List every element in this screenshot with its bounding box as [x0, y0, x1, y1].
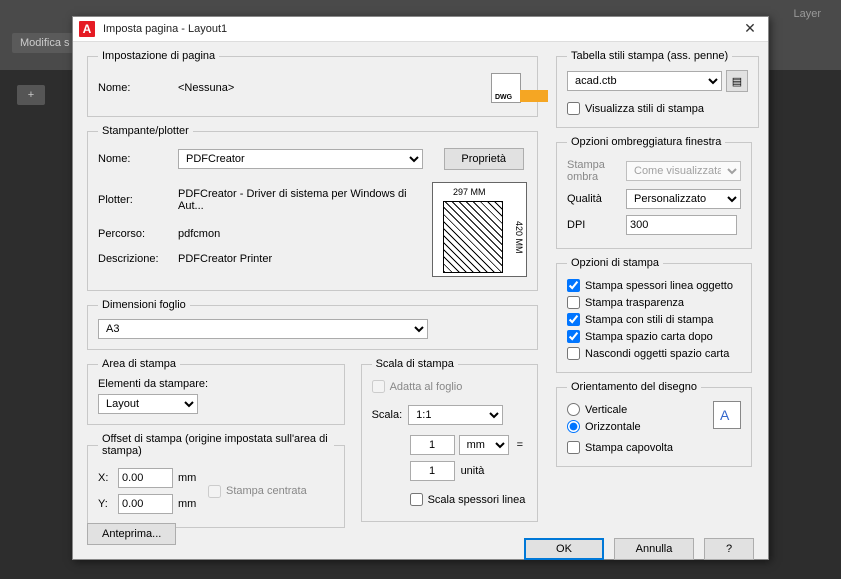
y-label: Y: — [98, 491, 118, 517]
plotter-value: PDFCreator - Driver di sistema per Windo… — [178, 179, 424, 221]
opt-paperspace-label: Stampa spazio carta dopo — [585, 331, 713, 343]
dpi-input[interactable] — [626, 215, 737, 235]
scale-label: Scala: — [372, 409, 403, 421]
offset-group: Offset di stampa (origine impostata sull… — [87, 433, 345, 528]
fit-checkbox — [372, 380, 385, 393]
printer-select[interactable]: PDFCreator — [178, 149, 423, 169]
preview-button[interactable]: Anteprima... — [87, 523, 176, 545]
opt-transparency-label: Stampa trasparenza — [585, 297, 684, 309]
cancel-button[interactable]: Annulla — [614, 538, 694, 560]
page-name-label: Nome: — [98, 70, 178, 106]
properties-button[interactable]: Proprietà — [444, 148, 524, 170]
paper-legend: Dimensioni foglio — [98, 299, 190, 311]
dialog-title: Imposta pagina - Layout1 — [103, 23, 738, 35]
page-name-value: <Nessuna> — [178, 70, 491, 106]
offset-y-input[interactable] — [118, 494, 173, 514]
opt-lw-checkbox[interactable] — [567, 279, 580, 292]
printer-name-label: Nome: — [98, 145, 178, 173]
plot-area-group: Area di stampa Elementi da stampare: Lay… — [87, 358, 345, 425]
opt-styles-checkbox[interactable] — [567, 313, 580, 326]
fit-label: Adatta al foglio — [390, 381, 463, 393]
plot-styles-group: Tabella stili stampa (ass. penne) acad.c… — [556, 50, 759, 128]
titlebar: A Imposta pagina - Layout1 ✕ — [73, 17, 768, 42]
printer-legend: Stampante/plotter — [98, 125, 193, 137]
quality-select[interactable]: Personalizzato — [626, 189, 741, 209]
area-legend: Area di stampa — [98, 358, 180, 370]
center-checkbox — [208, 485, 221, 498]
plotter-label: Plotter: — [98, 179, 178, 221]
where-label: Percorso: — [98, 221, 178, 246]
orient-legend: Orientamento del disegno — [567, 381, 701, 393]
where-value: pdfcmon — [178, 221, 424, 246]
page-setup-group: Impostazione di pagina Nome: <Nessuna> — [87, 50, 538, 117]
upside-checkbox[interactable] — [567, 441, 580, 454]
autocad-logo-icon: A — [79, 21, 95, 37]
desc-value: PDFCreator Printer — [178, 246, 424, 271]
plot-options-group: Opzioni di stampa Stampa spessori linea … — [556, 257, 752, 373]
x-label: X: — [98, 465, 118, 491]
opt-lw-label: Stampa spessori linea oggetto — [585, 280, 733, 292]
shade-legend: Opzioni ombreggiatura finestra — [567, 136, 725, 148]
shade-label: Stampa ombra — [567, 156, 626, 186]
scale-lineweights-label: Scala spessori linea — [428, 494, 526, 506]
edit-style-button[interactable]: ▤ — [726, 70, 748, 92]
area-elements-label: Elementi da stampare: — [98, 378, 334, 390]
upside-label: Stampa capovolta — [585, 442, 673, 454]
dwg-icon — [491, 73, 521, 103]
opt-paperspace-checkbox[interactable] — [567, 330, 580, 343]
center-label: Stampa centrata — [226, 485, 307, 497]
scale-select[interactable]: 1:1 — [408, 405, 503, 425]
orientation-group: Orientamento del disegno Verticale Orizz… — [556, 381, 752, 467]
scale-unit-select[interactable]: mm — [459, 435, 509, 455]
preview-height: 420 MM — [514, 221, 524, 254]
quality-label: Qualità — [567, 186, 626, 212]
opt-styles-label: Stampa con stili di stampa — [585, 314, 713, 326]
portrait-label: Verticale — [585, 404, 627, 416]
page-setup-dialog: A Imposta pagina - Layout1 ✕ Impostazion… — [72, 16, 769, 560]
dpi-label: DPI — [567, 212, 626, 238]
orientation-icon — [713, 401, 741, 429]
display-styles-label: Visualizza stili di stampa — [585, 103, 704, 115]
scale-group: Scala di stampa Adatta al foglio Scala: … — [361, 358, 538, 522]
preview-width: 297 MM — [453, 187, 486, 197]
desc-label: Descrizione: — [98, 246, 178, 271]
landscape-radio[interactable] — [567, 420, 580, 433]
offset-x-input[interactable] — [118, 468, 173, 488]
scale-lineweights-checkbox[interactable] — [410, 493, 423, 506]
scale-num-input[interactable] — [410, 435, 455, 455]
scale-den-input[interactable] — [410, 461, 455, 481]
plot-area-select[interactable]: Layout — [98, 394, 198, 414]
paper-preview: 297 MM 420 MM — [432, 182, 527, 277]
printer-group: Stampante/plotter Nome: PDFCreator Propr… — [87, 125, 538, 291]
bg-tab: Modifica s — [12, 33, 78, 53]
options-legend: Opzioni di stampa — [567, 257, 663, 269]
edit-icon: ▤ — [732, 75, 742, 88]
help-button[interactable]: ? — [704, 538, 754, 560]
paper-size-select[interactable]: A3 — [98, 319, 428, 339]
landscape-label: Orizzontale — [585, 421, 641, 433]
y-unit: mm — [178, 491, 208, 517]
plot-style-select[interactable]: acad.ctb — [567, 71, 722, 91]
layer-label: Layer — [793, 8, 821, 20]
shade-group: Opzioni ombreggiatura finestra Stampa om… — [556, 136, 752, 249]
display-styles-checkbox[interactable] — [567, 102, 580, 115]
opt-hide-checkbox[interactable] — [567, 347, 580, 360]
paper-size-group: Dimensioni foglio A3 — [87, 299, 538, 350]
portrait-radio[interactable] — [567, 403, 580, 416]
shade-select: Come visualizzata — [626, 161, 741, 181]
opt-hide-label: Nascondi oggetti spazio carta — [585, 348, 729, 360]
equals-label: = — [513, 439, 527, 451]
close-button[interactable]: ✕ — [738, 17, 762, 41]
opt-transparency-checkbox[interactable] — [567, 296, 580, 309]
offset-legend: Offset di stampa (origine impostata sull… — [98, 433, 334, 457]
scale-den-unit: unità — [461, 465, 485, 477]
x-unit: mm — [178, 465, 208, 491]
ok-button[interactable]: OK — [524, 538, 604, 560]
add-tab-button[interactable]: + — [17, 85, 45, 105]
scale-legend: Scala di stampa — [372, 358, 458, 370]
styles-legend: Tabella stili stampa (ass. penne) — [567, 50, 732, 62]
page-setup-legend: Impostazione di pagina — [98, 50, 219, 62]
